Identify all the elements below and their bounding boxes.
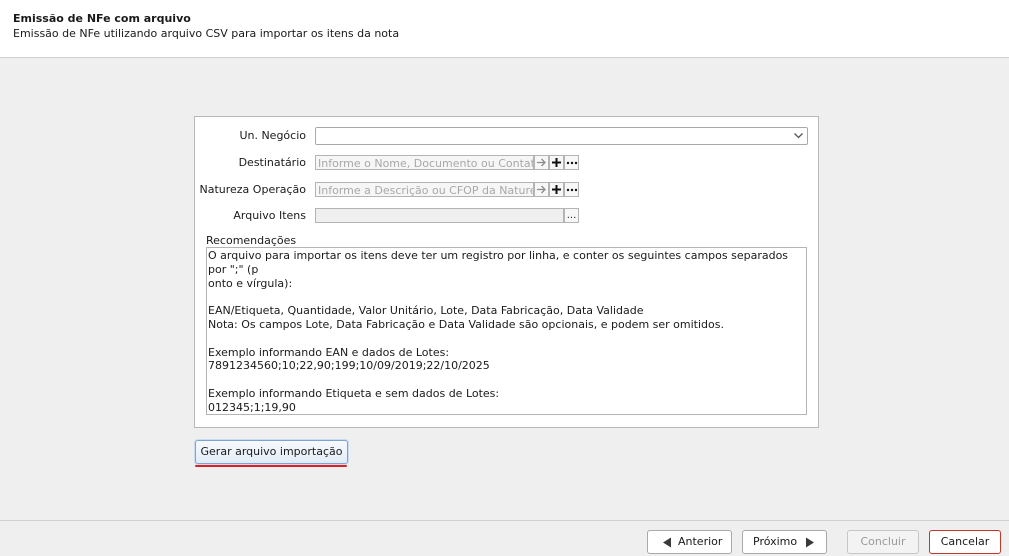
natureza-add-button[interactable] (549, 182, 564, 197)
destinatario-more-button[interactable] (564, 155, 579, 170)
page-header: Emissão de NFe com arquivo Emissão de NF… (0, 0, 1009, 58)
un-negocio-select[interactable] (315, 127, 808, 145)
arquivo-browse-button[interactable]: ... (564, 208, 579, 223)
anterior-button[interactable]: Anterior (647, 530, 732, 554)
natureza-label: Natureza Operação (199, 183, 306, 196)
anterior-label: Anterior (678, 535, 723, 548)
plus-icon (552, 185, 561, 194)
un-negocio-label: Un. Negócio (239, 129, 306, 142)
arrow-right-icon (537, 185, 546, 194)
page-subtitle: Emissão de NFe utilizando arquivo CSV pa… (13, 27, 400, 40)
destinatario-select-button[interactable] (534, 155, 549, 170)
chevron-down-icon (794, 133, 803, 139)
triangle-right-icon (806, 537, 814, 548)
natureza-more-button[interactable] (564, 182, 579, 197)
arquivo-itens-input[interactable] (315, 208, 564, 223)
cancelar-button[interactable]: Cancelar (929, 530, 1001, 554)
proximo-label: Próximo (753, 535, 798, 548)
highlight-underline (195, 465, 347, 467)
more-icon (566, 161, 577, 164)
arrow-right-icon (537, 158, 546, 167)
proximo-button[interactable]: Próximo (742, 530, 827, 554)
wizard-footer: Anterior Próximo Concluir Cancelar (0, 520, 1009, 556)
destinatario-add-button[interactable] (549, 155, 564, 170)
natureza-placeholder: Informe a Descrição ou CFOP da Natureza (318, 184, 534, 197)
recomendacoes-label: Recomendações (206, 234, 297, 247)
natureza-input[interactable]: Informe a Descrição ou CFOP da Natureza (315, 182, 534, 197)
more-icon (566, 188, 577, 191)
plus-icon (552, 158, 561, 167)
destinatario-placeholder: Informe o Nome, Documento ou Contato (318, 157, 534, 170)
page-title: Emissão de NFe com arquivo (13, 12, 191, 25)
natureza-select-button[interactable] (534, 182, 549, 197)
triangle-left-icon (663, 537, 671, 548)
destinatario-input[interactable]: Informe o Nome, Documento ou Contato (315, 155, 534, 170)
concluir-button[interactable]: Concluir (847, 530, 919, 554)
import-form-panel: Un. Negócio Destinatário Informe o Nome,… (194, 116, 819, 428)
recomendacoes-textarea[interactable]: O arquivo para importar os itens deve te… (206, 247, 807, 415)
destinatario-label: Destinatário (238, 156, 306, 169)
arquivo-itens-label: Arquivo Itens (233, 209, 306, 222)
gerar-arquivo-importacao-button[interactable]: Gerar arquivo importação (195, 440, 348, 464)
